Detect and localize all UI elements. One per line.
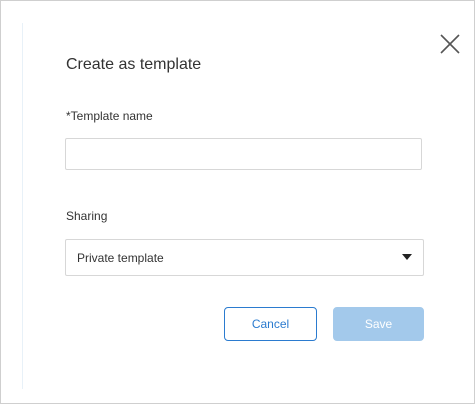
close-icon (440, 34, 460, 54)
dialog-title: Create as template (66, 56, 202, 73)
save-button[interactable]: Save (333, 307, 424, 341)
dialog-left-divider (22, 23, 23, 389)
sharing-selected-value: Private template (77, 251, 164, 265)
cancel-button[interactable]: Cancel (224, 307, 317, 341)
sharing-select[interactable]: Private template (65, 239, 424, 276)
caret-down-icon (402, 254, 412, 260)
template-name-label: *Template name (66, 109, 153, 123)
close-button[interactable] (439, 33, 461, 55)
create-template-dialog: Create as template *Template name Sharin… (0, 0, 475, 404)
sharing-label: Sharing (66, 209, 108, 223)
template-name-input[interactable] (65, 138, 422, 170)
